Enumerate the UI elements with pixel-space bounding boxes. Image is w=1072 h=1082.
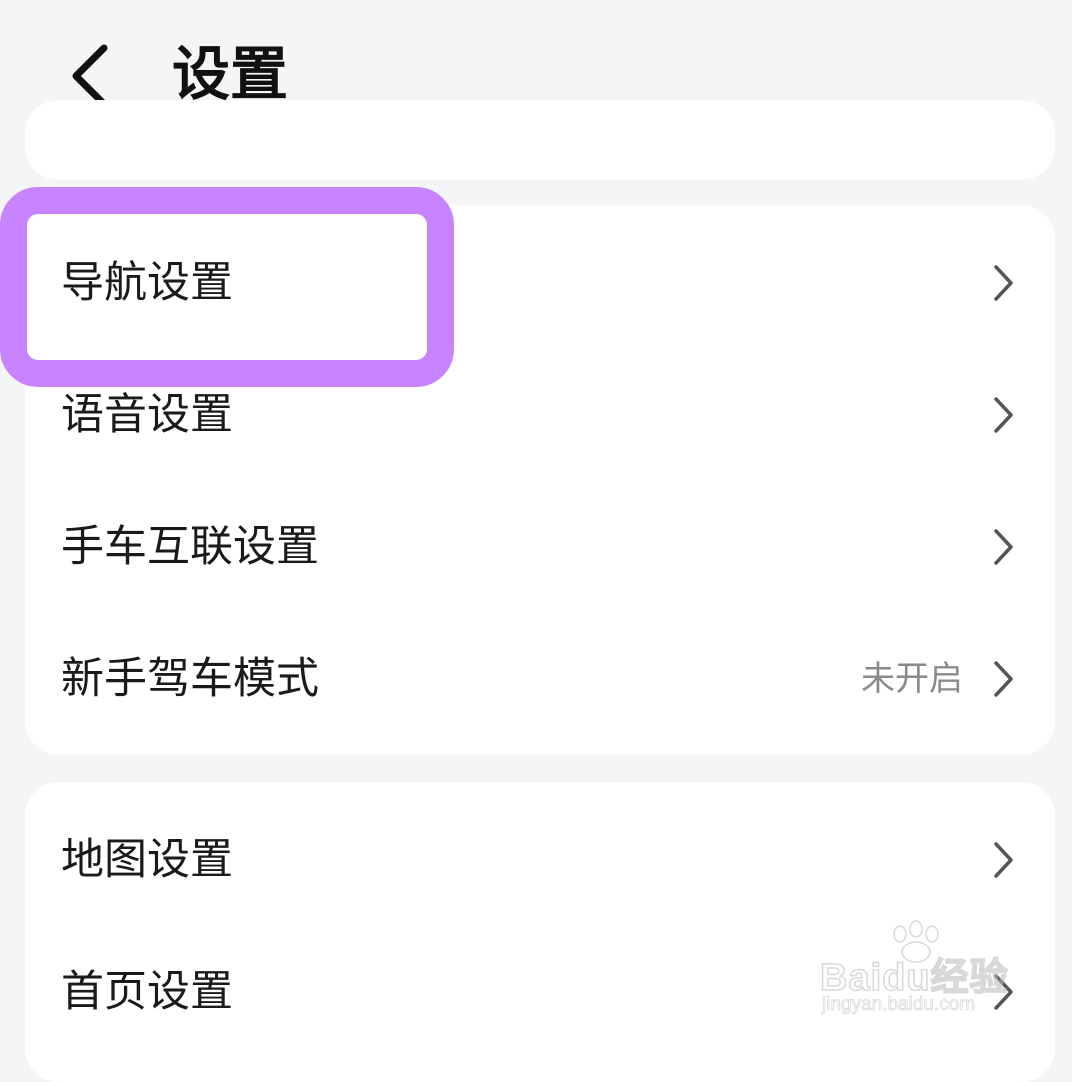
settings-group-navigation: 导航设置 语音设置 手车互联设置 新手驾车模式 未开启 xyxy=(25,205,1055,755)
row-label: 首页设置 xyxy=(61,967,233,1017)
settings-row-map[interactable]: 地图设置 xyxy=(25,794,1055,926)
row-label: 新手驾车模式 xyxy=(61,654,319,704)
settings-row-phone-car-connect[interactable]: 手车互联设置 xyxy=(25,481,1055,613)
row-label: 导航设置 xyxy=(61,258,233,308)
settings-row-novice-driving-mode[interactable]: 新手驾车模式 未开启 xyxy=(25,613,1055,745)
chevron-right-icon xyxy=(991,263,1015,303)
row-label: 手车互联设置 xyxy=(61,522,319,572)
settings-row-navigation[interactable]: 导航设置 xyxy=(25,217,1055,349)
chevron-right-icon xyxy=(991,659,1015,699)
top-settings-card-partial xyxy=(25,100,1055,180)
chevron-right-icon xyxy=(991,840,1015,880)
settings-row-homepage[interactable]: 首页设置 xyxy=(25,926,1055,1058)
status-value: 未开启 xyxy=(861,659,963,699)
row-label: 地图设置 xyxy=(61,835,233,885)
chevron-right-icon xyxy=(991,395,1015,435)
chevron-right-icon xyxy=(991,972,1015,1012)
chevron-right-icon xyxy=(991,527,1015,567)
settings-group-map: 地图设置 首页设置 xyxy=(25,782,1055,1082)
row-label: 语音设置 xyxy=(61,390,233,440)
settings-row-voice[interactable]: 语音设置 xyxy=(25,349,1055,481)
